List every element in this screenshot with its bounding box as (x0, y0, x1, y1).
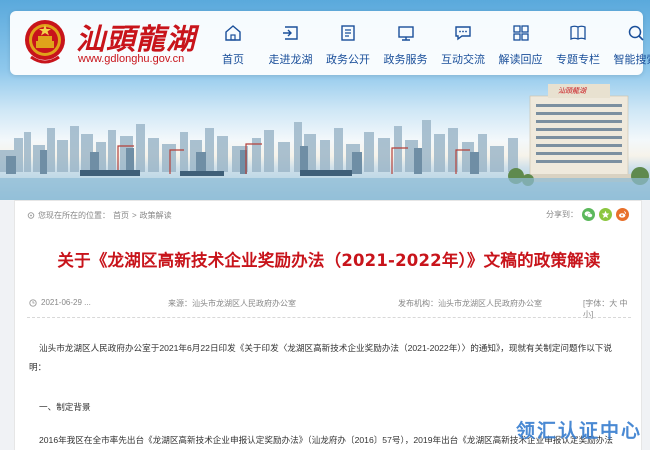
main-nav: 首页 走进龙湖 政务公开 政务服务 互动交流 解读回应 专题专栏 智能搜索 (206, 11, 650, 75)
nav-label: 首页 (222, 54, 244, 66)
article-source: 来源：汕头市龙湖区人民政府办公室 (168, 299, 296, 308)
share-wechat-button[interactable] (582, 208, 595, 221)
share-qzone-button[interactable] (599, 208, 612, 221)
monitor-icon (397, 26, 414, 41)
article-publisher: 发布机构：汕头市龙湖区人民政府办公室 (398, 299, 542, 308)
wechat-icon (584, 211, 593, 218)
clock-icon (29, 299, 37, 307)
enter-icon (282, 26, 298, 40)
nav-home[interactable]: 首页 (206, 11, 260, 75)
breadcrumb-current-link[interactable]: 政策解读 (140, 210, 172, 221)
location-pin-icon (27, 211, 35, 219)
article-meta: 2021-06-29 ... 来源：汕头市龙湖区人民政府办公室 发布机构：汕头市… (29, 298, 629, 319)
breadcrumb-separator: > (132, 211, 137, 220)
share-bar: 分享到： (546, 208, 629, 221)
search-icon (628, 25, 644, 41)
article-date: 2021-06-29 ... (41, 298, 91, 307)
nav-label: 走进龙湖 (268, 54, 313, 66)
weibo-icon (619, 211, 627, 218)
building-sign: 汕頭龍湖 (558, 87, 586, 95)
home-icon (225, 25, 241, 41)
breadcrumb-home-link[interactable]: 首页 (113, 210, 129, 221)
national-emblem-icon[interactable] (22, 17, 68, 67)
article-title: 关于《龙湖区高新技术企业奖励办法（2021-2022年）》文稿的政策解读 (57, 251, 601, 270)
qzone-icon (601, 210, 610, 219)
nav-label: 政务公开 (326, 54, 370, 66)
nav-gov-affairs-public[interactable]: 政务公开 (321, 11, 375, 75)
watermark-text: 领汇认证中心 (515, 421, 642, 442)
section-heading: 一、制定背景 (39, 402, 91, 412)
breadcrumb: 您现在所在的位置： 首页 > 政策解读 (27, 210, 172, 221)
nav-label: 解读回应 (498, 54, 543, 66)
site-url: www.gdlonghu.gov.cn (78, 53, 185, 65)
site-header: 汕頭龍湖 www.gdlonghu.gov.cn 首页 走进龙湖 政务公开 政务… (10, 11, 650, 75)
article-paragraph-continued: 明： (29, 362, 47, 372)
article-paragraph: 汕头市龙湖区人民政府办公室于2021年6月22日印发《关于印发〈龙湖区高新技术企… (39, 343, 612, 353)
breadcrumb-prefix: 您现在所在的位置： (38, 211, 110, 220)
share-label: 分享到： (546, 210, 578, 219)
grid-icon (512, 25, 529, 41)
nav-special-topics[interactable]: 专题专栏 (551, 11, 605, 75)
nav-interpretation[interactable]: 解读回应 (494, 11, 548, 75)
nav-label: 政务服务 (383, 54, 428, 66)
meta-divider (27, 317, 631, 318)
share-weibo-button[interactable] (616, 208, 629, 221)
book-icon (570, 25, 586, 40)
nav-smart-search[interactable]: 智能搜索 (609, 11, 650, 75)
nav-interaction[interactable]: 互动交流 (436, 11, 490, 75)
nav-label: 智能搜索 (613, 54, 650, 66)
site-logo-text[interactable]: 汕頭龍湖 (76, 16, 196, 58)
nav-gov-services[interactable]: 政务服务 (379, 11, 433, 75)
article-panel: 您现在所在的位置： 首页 > 政策解读 分享到： 关于《龙湖区高新技术企业奖励办… (14, 200, 642, 450)
nav-label: 互动交流 (441, 54, 485, 66)
nav-label: 专题专栏 (556, 54, 600, 66)
nav-about-longhu[interactable]: 走进龙湖 (264, 11, 318, 75)
document-icon (341, 25, 355, 41)
chat-icon (455, 26, 471, 41)
